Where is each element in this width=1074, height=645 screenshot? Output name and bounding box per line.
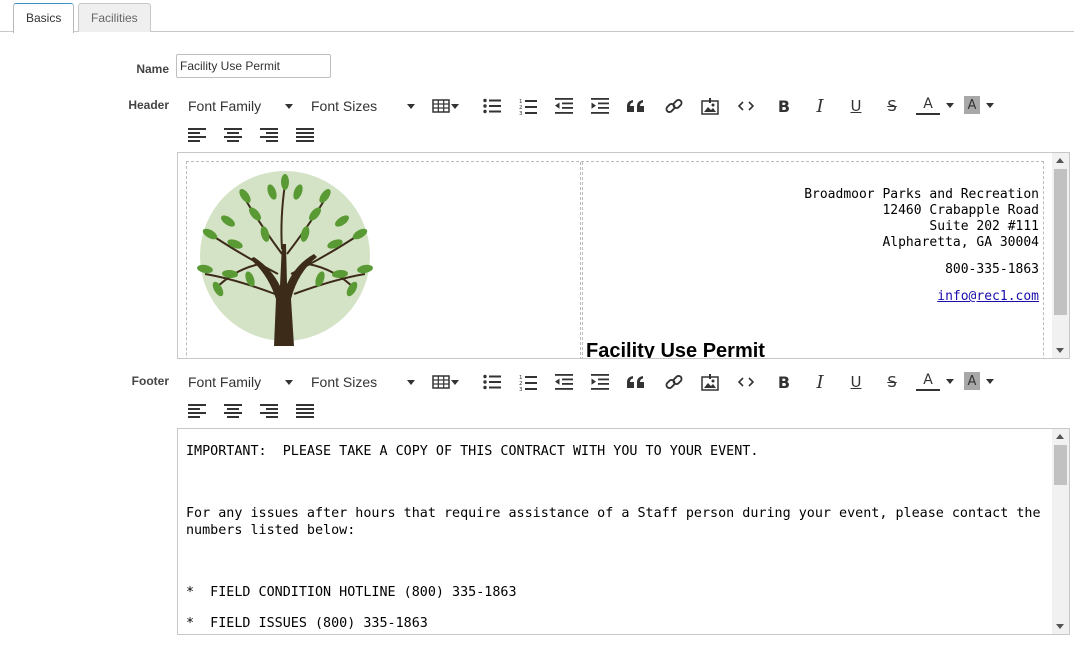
- underline-icon[interactable]: U: [844, 370, 868, 394]
- highlight-letter: A: [967, 373, 977, 389]
- address-line: 12460 Crabapple Road: [882, 203, 1039, 218]
- outdent-icon[interactable]: [552, 94, 576, 118]
- link-icon[interactable]: [662, 94, 686, 118]
- organization-phone: 800-335-1863: [945, 262, 1039, 277]
- bullet-list-icon[interactable]: [480, 370, 504, 394]
- link-icon[interactable]: [662, 370, 686, 394]
- font-family-label: Font Family: [188, 374, 262, 390]
- scroll-up-icon[interactable]: [1056, 434, 1064, 439]
- font-sizes-select[interactable]: Font Sizes: [311, 94, 415, 118]
- header-layout-table: Broadmoor Parks and Recreation 12460 Cra…: [186, 161, 1044, 359]
- footer-label: Footer: [131, 374, 169, 388]
- footer-line: * FIELD CONDITION HOTLINE (800) 335-1863: [186, 585, 517, 600]
- font-family-select[interactable]: Font Family: [188, 370, 293, 394]
- align-justify-icon[interactable]: [293, 399, 317, 423]
- font-color-letter: A: [923, 372, 933, 388]
- svg-text:3: 3: [519, 387, 523, 391]
- strikethrough-icon[interactable]: S: [880, 94, 904, 118]
- image-icon[interactable]: [698, 370, 722, 394]
- code-icon[interactable]: [734, 370, 758, 394]
- name-label: Name: [136, 62, 169, 76]
- footer-toolbar: Font Family Font Sizes 123 B I U S A A: [178, 370, 1038, 428]
- footer-line: * FIELD ISSUES (800) 335-1863: [186, 616, 428, 631]
- italic-icon[interactable]: I: [808, 94, 832, 118]
- indent-icon[interactable]: [588, 370, 612, 394]
- address-line: Suite 202 #111: [929, 219, 1039, 234]
- align-left-icon[interactable]: [185, 123, 209, 147]
- organization-address: Broadmoor Parks and Recreation 12460 Cra…: [804, 187, 1039, 251]
- blockquote-icon[interactable]: [624, 94, 648, 118]
- footer-line: IMPORTANT: PLEASE TAKE A COPY OF THIS CO…: [186, 444, 759, 459]
- font-color-icon[interactable]: A: [916, 95, 954, 115]
- bullet-list-icon[interactable]: [480, 94, 504, 118]
- align-center-icon[interactable]: [221, 123, 245, 147]
- header-label: Header: [128, 98, 169, 112]
- address-line: Alpharetta, GA 30004: [882, 235, 1039, 250]
- svg-text:3: 3: [519, 111, 523, 115]
- font-family-label: Font Family: [188, 98, 262, 114]
- code-icon[interactable]: [734, 94, 758, 118]
- scroll-thumb[interactable]: [1054, 169, 1067, 315]
- header-editor[interactable]: Broadmoor Parks and Recreation 12460 Cra…: [177, 152, 1070, 359]
- font-color-letter: A: [923, 96, 933, 112]
- tab-facilities[interactable]: Facilities: [78, 3, 151, 32]
- italic-icon[interactable]: I: [808, 370, 832, 394]
- align-right-icon[interactable]: [257, 123, 281, 147]
- name-input[interactable]: [176, 54, 331, 78]
- strikethrough-icon[interactable]: S: [880, 370, 904, 394]
- highlight-color-icon[interactable]: A: [964, 372, 994, 390]
- font-sizes-label: Font Sizes: [311, 374, 378, 390]
- bold-icon[interactable]: B: [772, 370, 796, 394]
- tab-bar: Basics Facilities: [0, 0, 1074, 33]
- scroll-down-icon[interactable]: [1056, 348, 1064, 353]
- scroll-down-icon[interactable]: [1056, 624, 1064, 629]
- permit-title: Facility Use Permit: [586, 340, 765, 359]
- numbered-list-icon[interactable]: 123: [516, 94, 540, 118]
- image-icon[interactable]: [698, 94, 722, 118]
- header-info-cell: Broadmoor Parks and Recreation 12460 Cra…: [582, 162, 1043, 359]
- address-line: Broadmoor Parks and Recreation: [804, 187, 1039, 202]
- highlight-letter: A: [967, 97, 977, 113]
- font-sizes-label: Font Sizes: [311, 98, 378, 114]
- footer-line: For any issues after hours that require …: [186, 506, 1049, 538]
- scroll-thumb[interactable]: [1054, 445, 1067, 485]
- footer-scrollbar[interactable]: [1052, 429, 1069, 634]
- highlight-color-icon[interactable]: A: [964, 96, 994, 114]
- indent-icon[interactable]: [588, 94, 612, 118]
- tree-logo: [197, 171, 373, 346]
- align-left-icon[interactable]: [185, 399, 209, 423]
- footer-editor[interactable]: IMPORTANT: PLEASE TAKE A COPY OF THIS CO…: [177, 428, 1070, 635]
- blockquote-icon[interactable]: [624, 370, 648, 394]
- numbered-list-icon[interactable]: 123: [516, 370, 540, 394]
- outdent-icon[interactable]: [552, 370, 576, 394]
- organization-email-link[interactable]: info@rec1.com: [937, 289, 1039, 304]
- font-color-icon[interactable]: A: [916, 371, 954, 391]
- table-icon[interactable]: [429, 370, 459, 394]
- underline-icon[interactable]: U: [844, 94, 868, 118]
- header-toolbar: Font Family Font Sizes 123 B I U S A A: [178, 94, 1038, 152]
- table-icon[interactable]: [429, 94, 459, 118]
- header-logo-cell: [187, 162, 581, 358]
- bold-icon[interactable]: B: [772, 94, 796, 118]
- header-scrollbar[interactable]: [1052, 153, 1069, 358]
- font-family-select[interactable]: Font Family: [188, 94, 293, 118]
- tab-basics[interactable]: Basics: [13, 3, 75, 33]
- align-justify-icon[interactable]: [293, 123, 317, 147]
- font-sizes-select[interactable]: Font Sizes: [311, 370, 415, 394]
- align-center-icon[interactable]: [221, 399, 245, 423]
- scroll-up-icon[interactable]: [1056, 158, 1064, 163]
- align-right-icon[interactable]: [257, 399, 281, 423]
